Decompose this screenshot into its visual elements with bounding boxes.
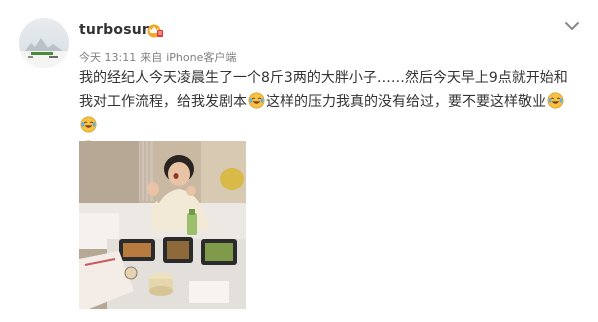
post-time[interactable]: 今天 13:11 — [79, 51, 136, 64]
avatar-image — [19, 18, 69, 68]
avatar[interactable] — [19, 18, 69, 68]
laugh-cry-emoji-icon — [547, 92, 564, 109]
vip-crown-icon[interactable] — [146, 21, 164, 39]
source-client[interactable]: iPhone客户端 — [166, 51, 236, 64]
weibo-post-card: turbosun 今天 13:11 来自 iPhone客户端 我的经纪人今天凌晨生了… — [0, 0, 598, 322]
laugh-cry-emoji-icon — [80, 116, 97, 133]
username[interactable]: turbosun — [79, 22, 152, 38]
post-meta: 今天 13:11 来自 iPhone客户端 — [79, 49, 240, 65]
post-text-part2: 这样的压力我真的没有给过，要不要这样敬业 — [266, 94, 546, 110]
laugh-cry-emoji-icon — [248, 92, 265, 109]
post-photo[interactable] — [79, 141, 246, 309]
post-photo-image — [79, 141, 246, 309]
source-prefix: 来自 — [140, 51, 163, 64]
chevron-down-icon[interactable] — [563, 19, 581, 33]
